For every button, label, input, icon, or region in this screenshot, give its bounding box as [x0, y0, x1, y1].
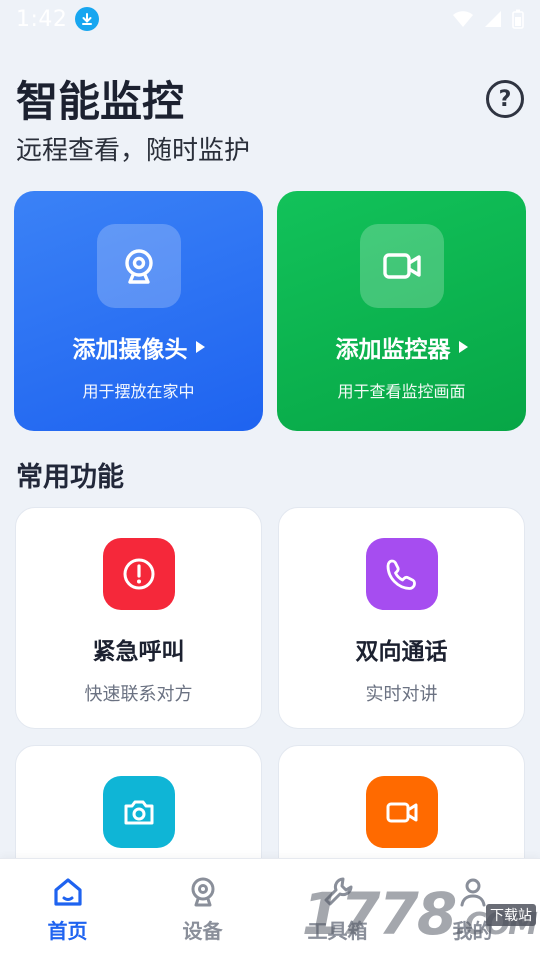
emergency-call-title: 紧急呼叫 — [92, 639, 185, 665]
nav-home[interactable]: 首页 — [0, 859, 135, 960]
add-monitor-title: 添加监控器 — [336, 330, 468, 364]
page-title: 智能监控 — [16, 77, 185, 126]
wifi-icon — [453, 11, 473, 27]
add-camera-subtitle: 用于摆放在家中 — [82, 382, 195, 401]
section-title: 常用功能 — [16, 462, 124, 493]
signal-icon — [485, 11, 501, 27]
add-camera-card[interactable]: 添加摄像头 用于摆放在家中 — [14, 191, 263, 431]
arrow-right-icon — [195, 341, 205, 353]
emergency-call-card[interactable]: 紧急呼叫 快速联系对方 — [15, 507, 262, 729]
nav-devices[interactable]: 设备 — [135, 859, 270, 960]
status-bar: 1:42 — [0, 0, 540, 38]
webcam-icon — [191, 877, 214, 907]
phone-icon — [365, 538, 438, 610]
watermark-logo: 1778.COM 下载站 — [302, 874, 540, 960]
download-icon — [75, 7, 100, 31]
arrow-right-icon — [458, 341, 468, 353]
watermark-tag: 下载站 — [486, 904, 536, 926]
emergency-call-subtitle: 快速联系对方 — [84, 684, 193, 705]
video-camera-icon — [359, 224, 444, 308]
add-monitor-subtitle: 用于查看监控画面 — [337, 382, 466, 401]
camera-icon — [102, 776, 175, 848]
two-way-call-card[interactable]: 双向通话 实时对讲 — [278, 507, 525, 729]
help-button[interactable]: ? — [486, 80, 524, 118]
status-icons — [452, 9, 524, 29]
webcam-icon — [96, 224, 181, 308]
page-subtitle: 远程查看，随时监护 — [16, 136, 251, 166]
two-way-call-title: 双向通话 — [355, 639, 448, 665]
home-icon — [53, 878, 82, 906]
help-icon: ? — [498, 86, 512, 112]
battery-icon — [512, 9, 524, 29]
header: 智能监控 远程查看，随时监护 ? — [16, 76, 524, 168]
status-time: 1:42 — [16, 6, 68, 32]
nav-home-label: 首页 — [47, 919, 88, 943]
video-camera-icon — [365, 776, 438, 848]
nav-devices-label: 设备 — [182, 919, 223, 943]
add-camera-title: 添加摄像头 — [73, 330, 205, 364]
add-monitor-card[interactable]: 添加监控器 用于查看监控画面 — [277, 191, 526, 431]
alert-circle-icon — [102, 538, 175, 610]
two-way-call-subtitle: 实时对讲 — [365, 684, 438, 705]
